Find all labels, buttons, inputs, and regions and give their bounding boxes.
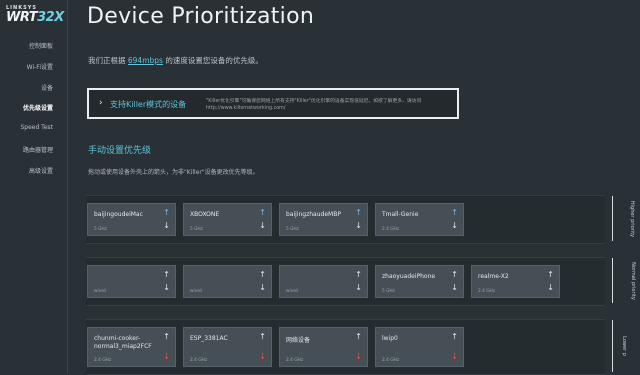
arrow-down-icon[interactable]: ↓ <box>355 352 362 361</box>
linksys-logo: LINKSYS WRT32X <box>6 5 66 29</box>
manual-priority-title: 手动设置优先级 <box>88 146 152 156</box>
speed-subtitle: 我们正根据 694mbps 的速度设置您设备的优先级。 <box>88 56 263 65</box>
speed-link[interactable]: 694mbps <box>128 56 163 65</box>
device-card[interactable]: 网络设备 2.4 GHz ↑ ↓ <box>279 327 368 367</box>
arrow-up-icon[interactable]: ↑ <box>355 208 362 217</box>
device-card[interactable]: Tmall-Genie 2.4 GHz ↑ ↓ <box>375 203 464 236</box>
device-band: wired <box>190 289 202 294</box>
priority-level-label: Normal priority <box>612 258 636 303</box>
arrow-up-icon[interactable]: ↑ <box>163 208 170 217</box>
device-band: 2.4 GHz <box>382 227 400 232</box>
arrow-up-icon[interactable]: ↑ <box>355 332 362 341</box>
device-card[interactable]: ESP_3381AC 2.4 GHz ↑ ↓ <box>183 327 272 367</box>
device-band: 2.4 GHz <box>190 358 208 363</box>
killer-devices-panel[interactable]: › 支持Killer模式的设备 "Killer优化引擎"可确保您网络上所有支持"… <box>87 88 459 119</box>
device-name: zhaoyuadeiPhone <box>382 273 436 280</box>
manual-priority-description: 拖动或使用设备外壳上的箭头，为非"Killer"设备更改优先等级。 <box>88 169 259 176</box>
device-name: chunmi-cooker- <box>94 335 141 342</box>
device-name: Tmall-Genie <box>382 211 419 218</box>
arrow-up-icon[interactable]: ↑ <box>547 270 554 279</box>
device-band: 5 GHz <box>190 227 203 232</box>
killer-description: "Killer优化引擎"可确保您网络上所有支持"Killer"优化引擎的设备实现… <box>206 99 422 104</box>
page-title: Device Prioritization <box>87 4 315 29</box>
device-name: XBOXONE <box>190 211 220 218</box>
arrow-down-icon[interactable]: ↓ <box>451 221 458 230</box>
device-band: 5 GHz <box>382 289 395 294</box>
arrow-up-icon[interactable]: ↑ <box>163 332 170 341</box>
device-card[interactable]: wired ↑ ↓ <box>183 265 272 298</box>
sidebar-item-prioritization[interactable]: 优先级设置 <box>20 103 53 113</box>
arrow-down-icon[interactable]: ↓ <box>451 352 458 361</box>
device-card[interactable]: realme-X2 2.4 GHz ↑ ↓ <box>471 265 560 298</box>
arrow-down-icon[interactable]: ↓ <box>547 283 554 292</box>
device-name: baijingoudeiMac <box>94 211 143 218</box>
arrow-up-icon[interactable]: ↑ <box>451 270 458 279</box>
arrow-up-icon[interactable]: ↑ <box>451 332 458 341</box>
arrow-up-icon[interactable]: ↑ <box>259 270 266 279</box>
sidebar-item-dashboard[interactable]: 控制面板 <box>20 41 53 51</box>
device-name-line2: normal3_miap2FCF <box>94 343 152 350</box>
device-band: wired <box>286 289 298 294</box>
sidebar-item-wifi[interactable]: Wi-Fi设置 <box>20 62 53 72</box>
chevron-right-icon: › <box>99 98 103 108</box>
arrow-up-icon[interactable]: ↑ <box>451 208 458 217</box>
device-name: realme-X2 <box>478 273 509 280</box>
arrow-up-icon[interactable]: ↑ <box>163 270 170 279</box>
killer-title[interactable]: 支持Killer模式的设备 <box>110 99 186 110</box>
device-band: 5 GHz <box>286 227 299 232</box>
device-name: 网络设备 <box>286 337 311 344</box>
device-band: 2.4 GHz <box>286 358 304 363</box>
arrow-down-icon[interactable]: ↓ <box>259 352 266 361</box>
priority-level-label: Lower p <box>612 320 627 372</box>
arrow-down-icon[interactable]: ↓ <box>259 283 266 292</box>
sidebar-item-router-admin[interactable]: 路由器管理 <box>20 145 53 155</box>
device-card[interactable]: zhaoyuadeiPhone 5 GHz ↑ ↓ <box>375 265 464 298</box>
arrow-down-icon[interactable]: ↓ <box>355 283 362 292</box>
arrow-down-icon[interactable]: ↓ <box>163 283 170 292</box>
device-band: wired <box>94 289 106 294</box>
logo-model: WRT32X <box>6 10 64 25</box>
arrow-down-icon[interactable]: ↓ <box>355 221 362 230</box>
device-card[interactable]: XBOXONE 5 GHz ↑ ↓ <box>183 203 272 236</box>
device-name: ESP_3381AC <box>190 335 228 342</box>
device-band: 2.4 GHz <box>382 358 400 363</box>
sidebar-item-devices[interactable]: 设备 <box>20 83 53 93</box>
device-name: lwip0 <box>382 335 398 342</box>
device-name: baijingzhaudeMBP <box>286 211 341 218</box>
device-band: 2.4 GHz <box>478 289 496 294</box>
arrow-down-icon[interactable]: ↓ <box>163 352 170 361</box>
device-card[interactable]: wired ↑ ↓ <box>87 265 176 298</box>
sidebar-item-speed-test[interactable]: Speed Test <box>20 124 53 134</box>
device-card[interactable]: lwip0 2.4 GHz ↑ ↓ <box>375 327 464 367</box>
device-band: 5 GHz <box>94 227 107 232</box>
sidebar: LINKSYS WRT32X 控制面板 Wi-Fi设置 设备 优先级设置 Spe… <box>0 0 68 373</box>
priority-level-label: Higher priority <box>612 196 635 241</box>
device-card[interactable]: wired ↑ ↓ <box>279 265 368 298</box>
arrow-down-icon[interactable]: ↓ <box>451 283 458 292</box>
arrow-up-icon[interactable]: ↑ <box>259 208 266 217</box>
device-band: 2.4 GHz <box>94 358 112 363</box>
device-card[interactable]: chunmi-cooker-normal3_miap2FCF 2.4 GHz ↑ ↓ <box>87 327 176 367</box>
arrow-up-icon[interactable]: ↑ <box>259 332 266 341</box>
sidebar-item-advanced[interactable]: 高级设置 <box>20 166 53 176</box>
sidebar-nav: 控制面板 Wi-Fi设置 设备 优先级设置 Speed Test 路由器管理 高… <box>20 41 53 187</box>
killer-link[interactable]: http://www.killernetworking.com/ <box>206 106 285 111</box>
arrow-down-icon[interactable]: ↓ <box>259 221 266 230</box>
arrow-up-icon[interactable]: ↑ <box>355 270 362 279</box>
arrow-down-icon[interactable]: ↓ <box>163 221 170 230</box>
device-card[interactable]: baijingoudeiMac 5 GHz ↑ ↓ <box>87 203 176 236</box>
device-card[interactable]: baijingzhaudeMBP 5 GHz ↑ ↓ <box>279 203 368 236</box>
